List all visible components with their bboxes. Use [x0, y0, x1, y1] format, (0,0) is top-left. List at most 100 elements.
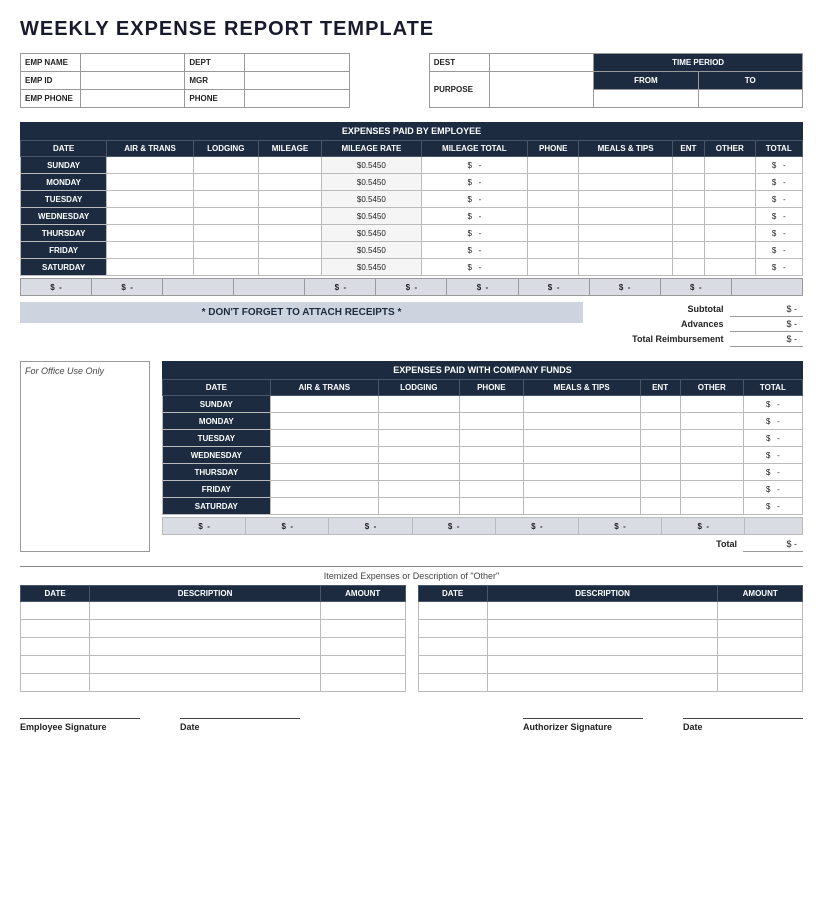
subtotal-label: Subtotal: [603, 302, 730, 317]
col-ent-emp: ENT: [672, 141, 704, 157]
col-meals-co: MEALS & TIPS: [523, 380, 640, 396]
table-row: SUNDAY$ -: [163, 396, 803, 413]
emp-id-label: EMP ID: [21, 72, 81, 90]
purpose-value[interactable]: [489, 72, 593, 108]
emp-name-label: EMP NAME: [21, 54, 81, 72]
day-cell: SATURDAY: [163, 498, 271, 515]
company-total-final: Total $ -: [162, 537, 803, 552]
dest-label: DEST: [429, 54, 489, 72]
total-reimbursement-label: Total Reimbursement: [603, 332, 730, 347]
day-cell: TUESDAY: [21, 191, 107, 208]
table-row: SUNDAY$0.5450$ -$ -: [21, 157, 803, 174]
emp-id-value[interactable]: [81, 72, 185, 90]
employee-sig-group: Employee Signature Date: [20, 718, 300, 732]
itemized-section: Itemized Expenses or Description of "Oth…: [20, 566, 803, 692]
col-ent-co: ENT: [640, 380, 680, 396]
list-item: [418, 620, 803, 638]
itemized-right-table: DATE DESCRIPTION AMOUNT: [418, 585, 804, 692]
day-cell: TUESDAY: [163, 430, 271, 447]
table-row: WEDNESDAY$0.5450$ -$ -: [21, 208, 803, 225]
table-row: SATURDAY$ -: [163, 498, 803, 515]
authorizer-signature-label: Authorizer Signature: [523, 718, 643, 732]
advances-label: Advances: [603, 317, 730, 332]
employee-expenses-header: EXPENSES PAID BY EMPLOYEE: [20, 122, 803, 140]
company-expense-table: DATE AIR & TRANS LODGING PHONE MEALS & T…: [162, 379, 803, 515]
table-row: THURSDAY$ -: [163, 464, 803, 481]
list-item: [21, 638, 406, 656]
phone-label: PHONE: [185, 90, 245, 108]
phone-value[interactable]: [245, 90, 349, 108]
dept-label: DEPT: [185, 54, 245, 72]
col-mileage-emp: MILEAGE: [258, 141, 322, 157]
itemized-left-date: DATE: [21, 586, 90, 602]
day-cell: SATURDAY: [21, 259, 107, 276]
col-lodging-co: LODGING: [378, 380, 459, 396]
col-air-trans-co: AIR & TRANS: [270, 380, 378, 396]
company-funds-section: EXPENSES PAID WITH COMPANY FUNDS DATE AI…: [162, 361, 803, 552]
employee-totals-row: $ - $ - $ - $ - $ - $ - $ - $ -: [20, 278, 803, 296]
emp-phone-label: EMP PHONE: [21, 90, 81, 108]
itemized-left-table: DATE DESCRIPTION AMOUNT: [20, 585, 406, 692]
employee-expense-table: DATE AIR & TRANS LODGING MILEAGE MILEAGE…: [20, 140, 803, 276]
day-cell: THURSDAY: [163, 464, 271, 481]
col-lodging-emp: LODGING: [193, 141, 258, 157]
col-other-co: OTHER: [680, 380, 743, 396]
company-totals-row: $ - $ - $ - $ - $ - $ - $ -: [162, 517, 803, 535]
mgr-label: MGR: [185, 72, 245, 90]
day-cell: SUNDAY: [21, 157, 107, 174]
list-item: [418, 602, 803, 620]
day-cell: MONDAY: [21, 174, 107, 191]
col-total-emp: TOTAL: [755, 141, 802, 157]
dest-value[interactable]: [489, 54, 593, 72]
day-cell: SUNDAY: [163, 396, 271, 413]
list-item: [21, 656, 406, 674]
total-reimbursement-value: $ -: [730, 332, 803, 347]
table-row: FRIDAY$0.5450$ -$ -: [21, 242, 803, 259]
day-cell: WEDNESDAY: [163, 447, 271, 464]
total-value: $ -: [743, 537, 803, 552]
receipts-reminder: * DON'T FORGET TO ATTACH RECEIPTS *: [20, 302, 583, 323]
to-value[interactable]: [698, 90, 802, 108]
col-air-trans-emp: AIR & TRANS: [107, 141, 194, 157]
day-cell: FRIDAY: [163, 481, 271, 498]
col-mileage-total-emp: MILEAGE TOTAL: [421, 141, 528, 157]
to-label: TO: [698, 72, 802, 90]
itemized-left-desc: DESCRIPTION: [90, 586, 321, 602]
col-mileage-rate-emp: MILEAGE RATE: [322, 141, 421, 157]
list-item: [21, 674, 406, 692]
day-cell: WEDNESDAY: [21, 208, 107, 225]
table-row: MONDAY$0.5450$ -$ -: [21, 174, 803, 191]
summary-table: Subtotal $ - Advances $ - Total Reimburs…: [603, 302, 803, 347]
from-value[interactable]: [594, 90, 698, 108]
authorizer-sig-group: Authorizer Signature Date: [523, 718, 803, 732]
mgr-value[interactable]: [245, 72, 349, 90]
table-row: SATURDAY$0.5450$ -$ -: [21, 259, 803, 276]
table-row: TUESDAY$ -: [163, 430, 803, 447]
emp-phone-value[interactable]: [81, 90, 185, 108]
list-item: [21, 602, 406, 620]
table-row: FRIDAY$ -: [163, 481, 803, 498]
company-expenses-header: EXPENSES PAID WITH COMPANY FUNDS: [162, 361, 803, 379]
itemized-right-date: DATE: [418, 586, 487, 602]
col-other-emp: OTHER: [704, 141, 755, 157]
itemized-left-amount: AMOUNT: [320, 586, 405, 602]
page-title: WEEKLY EXPENSE REPORT TEMPLATE: [20, 18, 803, 41]
date2-label: Date: [683, 718, 803, 732]
subtotal-value: $ -: [730, 302, 803, 317]
total-label: Total: [710, 537, 743, 552]
col-phone-emp: PHONE: [528, 141, 579, 157]
itemized-right-desc: DESCRIPTION: [487, 586, 718, 602]
table-row: WEDNESDAY$ -: [163, 447, 803, 464]
list-item: [418, 656, 803, 674]
list-item: [21, 620, 406, 638]
dept-value[interactable]: [245, 54, 349, 72]
list-item: [418, 638, 803, 656]
bottom-section: For Office Use Only EXPENSES PAID WITH C…: [20, 361, 803, 552]
emp-name-value[interactable]: [81, 54, 185, 72]
time-period-label: TIME PERIOD: [594, 54, 803, 72]
col-phone-co: PHONE: [459, 380, 523, 396]
itemized-right-amount: AMOUNT: [718, 586, 803, 602]
table-row: MONDAY$ -: [163, 413, 803, 430]
advances-value: $ -: [730, 317, 803, 332]
col-meals-emp: MEALS & TIPS: [579, 141, 672, 157]
